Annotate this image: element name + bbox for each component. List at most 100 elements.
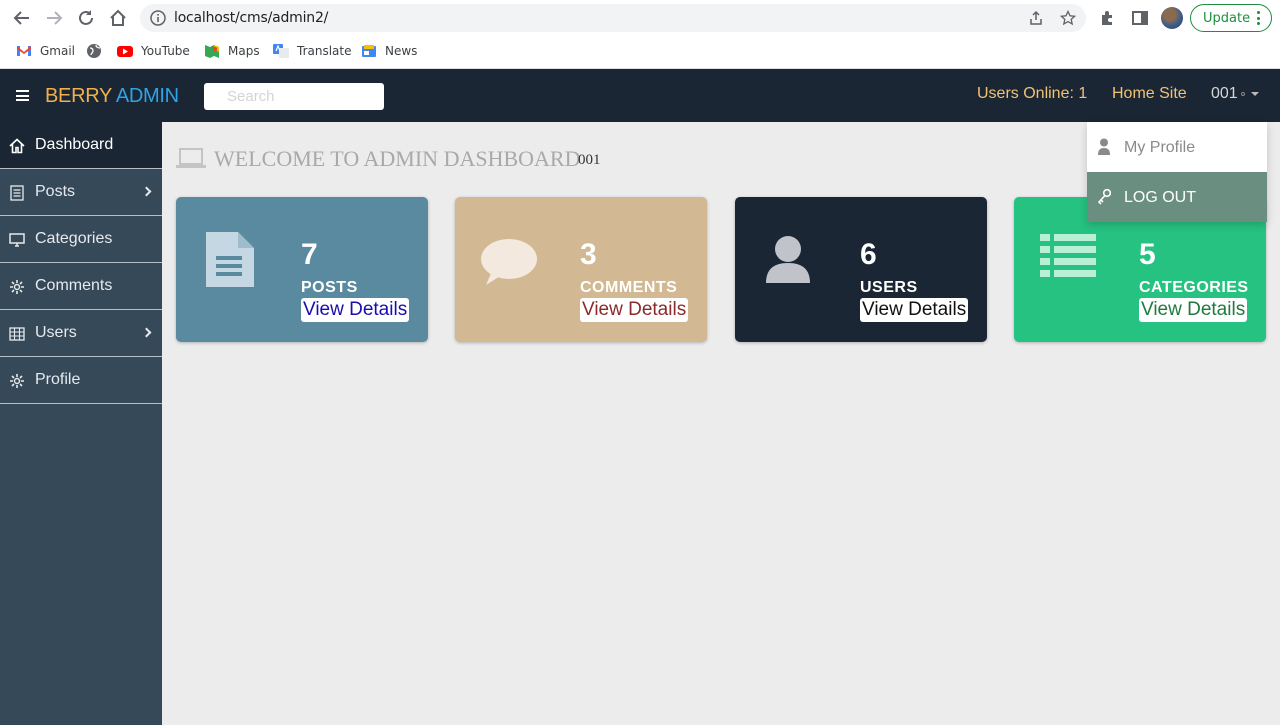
side-panel-icon[interactable]	[1131, 9, 1149, 27]
sidebar-item-users[interactable]: Users	[0, 310, 162, 357]
desktop-icon	[9, 233, 25, 247]
key-icon	[1097, 188, 1111, 205]
hamburger-menu-icon[interactable]	[16, 90, 29, 101]
sidebar-item-categories[interactable]: Categories	[0, 216, 162, 263]
forward-arrow-icon	[47, 11, 63, 25]
sidebar-item-profile[interactable]: Profile	[0, 357, 162, 404]
sidebar-label: Posts	[35, 183, 76, 200]
posts-view-details-link[interactable]: View Details	[301, 298, 410, 322]
gear-icon	[10, 374, 24, 388]
info-icon	[150, 10, 166, 26]
users-view-details-link[interactable]: View Details	[860, 298, 969, 322]
bookmark-label: YouTube	[141, 44, 190, 58]
users-label: USERS	[860, 279, 918, 296]
sidebar-label: Comments	[35, 277, 113, 294]
list-icon	[1040, 234, 1096, 277]
profile-avatar[interactable]	[1161, 7, 1183, 29]
browser-chrome: localhost/cms/admin2/ Update Gmail YouTu…	[0, 0, 1280, 69]
sidebar-item-dashboard[interactable]: Dashboard	[0, 122, 162, 169]
reload-button[interactable]	[74, 6, 98, 30]
bookmarks-bar: Gmail YouTube Maps Translate News	[0, 38, 1280, 62]
user-icon	[766, 236, 810, 283]
address-bar[interactable]: localhost/cms/admin2/	[140, 4, 1086, 32]
star-icon[interactable]	[1060, 10, 1076, 26]
posts-label: POSTS	[301, 279, 358, 296]
users-count: 6	[860, 238, 877, 271]
menu-item-my-profile[interactable]: My Profile	[1087, 122, 1267, 172]
share-icon[interactable]	[1028, 10, 1044, 26]
page-title-text: WELCOME TO ADMIN DASHBOARD	[214, 146, 581, 171]
search-input[interactable]	[204, 83, 384, 110]
bookmark-gmail[interactable]: Gmail	[16, 42, 75, 60]
menu-item-label: LOG OUT	[1124, 189, 1197, 206]
youtube-icon	[117, 46, 133, 57]
brand-part-1: BERRY	[45, 85, 112, 107]
sidebar-label: Profile	[35, 371, 81, 388]
user-icon	[1098, 138, 1110, 155]
bookmark-news[interactable]: News	[361, 42, 417, 60]
update-label: Update	[1203, 11, 1251, 26]
comments-label: COMMENTS	[580, 279, 678, 296]
bookmark-youtube[interactable]: YouTube	[117, 42, 190, 60]
menu-item-label: My Profile	[1124, 139, 1196, 156]
table-icon	[9, 327, 25, 341]
back-arrow-icon	[13, 11, 29, 25]
forward-button[interactable]	[42, 6, 66, 30]
sidebar-label: Dashboard	[35, 136, 114, 153]
categories-view-details-link[interactable]: View Details	[1139, 298, 1248, 322]
back-button[interactable]	[10, 6, 34, 30]
admin-topnav: BERRY ADMIN Users Online: 1 Home Site 00…	[0, 69, 1280, 122]
home-site-link[interactable]: Home Site	[1112, 85, 1187, 103]
comments-view-details-link[interactable]: View Details	[580, 298, 689, 322]
sidebar-item-comments[interactable]: Comments	[0, 263, 162, 310]
users-card: 6 USERS View Details	[735, 197, 987, 342]
posts-count: 7	[301, 238, 318, 271]
gmail-icon	[17, 46, 31, 56]
sidebar: Dashboard Posts Categories Comments User…	[0, 122, 162, 725]
categories-count: 5	[1139, 238, 1156, 271]
url-text: localhost/cms/admin2/	[174, 10, 329, 26]
list-icon	[10, 185, 24, 201]
browser-toolbar: localhost/cms/admin2/ Update	[0, 0, 1280, 36]
reload-icon	[79, 10, 93, 25]
sidebar-label: Categories	[35, 230, 113, 247]
bookmark-maps[interactable]: Maps	[204, 42, 260, 60]
comment-icon	[481, 239, 537, 285]
sidebar-item-posts[interactable]: Posts	[0, 169, 162, 216]
sidebar-label: Users	[35, 324, 77, 341]
chevron-right-icon	[141, 327, 152, 338]
home-outline-icon	[110, 9, 126, 26]
bookmark-label: Gmail	[40, 44, 76, 58]
menu-dots-icon	[1257, 11, 1261, 25]
status-dot-icon	[1240, 91, 1245, 96]
bookmark-label: News	[385, 44, 418, 58]
comments-count: 3	[580, 238, 597, 271]
file-icon	[206, 232, 254, 287]
globe-icon	[87, 44, 101, 58]
brand-part-2: ADMIN	[115, 85, 179, 107]
posts-card: 7 POSTS View Details	[176, 197, 428, 342]
menu-item-log-out[interactable]: LOG OUT	[1087, 172, 1267, 222]
brand-logo[interactable]: BERRY ADMIN	[45, 85, 179, 108]
user-menu-toggle[interactable]: 001	[1211, 85, 1259, 103]
chevron-right-icon	[141, 186, 152, 197]
username: 001	[1211, 85, 1238, 102]
bookmark-translate[interactable]: Translate	[273, 42, 352, 60]
home-button[interactable]	[106, 6, 130, 30]
categories-label: CATEGORIES	[1139, 279, 1249, 296]
news-icon	[362, 45, 376, 57]
maps-icon	[205, 45, 219, 58]
laptop-icon	[176, 148, 206, 168]
gear-icon	[10, 280, 24, 294]
bookmark-label: Maps	[228, 44, 260, 58]
page-title-user: 001	[578, 152, 601, 168]
comments-card: 3 COMMENTS View Details	[455, 197, 707, 342]
user-dropdown-menu: My Profile LOG OUT	[1087, 122, 1267, 222]
bookmark-globe[interactable]	[86, 42, 110, 60]
caret-down-icon	[1250, 91, 1259, 96]
users-online: Users Online: 1	[977, 85, 1088, 102]
bookmark-label: Translate	[297, 44, 352, 58]
update-button[interactable]: Update	[1190, 4, 1272, 32]
extensions-icon[interactable]	[1099, 9, 1117, 27]
home-icon	[9, 138, 25, 154]
